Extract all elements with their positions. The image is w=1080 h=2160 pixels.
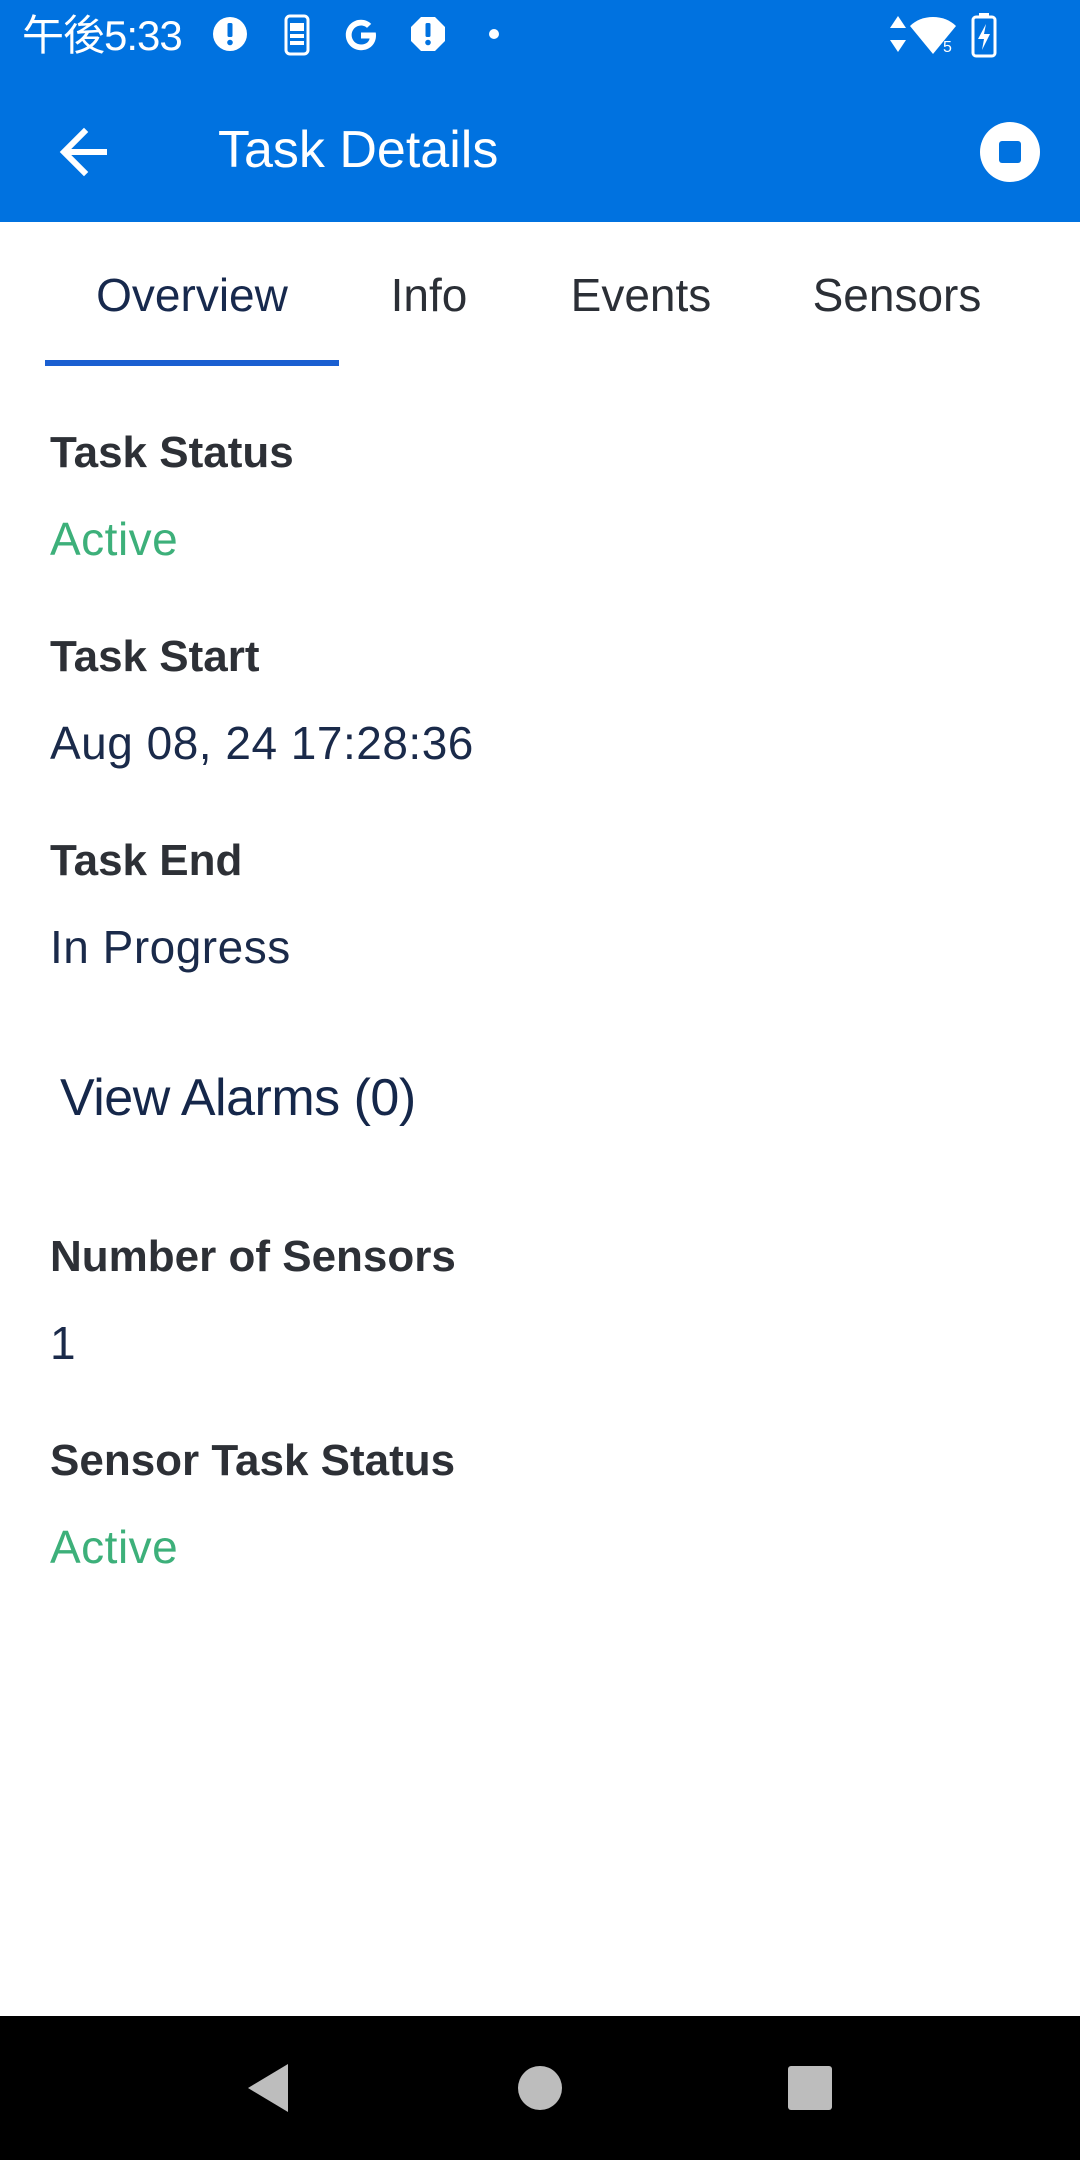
app-bar: Task Details <box>0 72 1080 222</box>
status-time: 午後5:33 <box>22 12 183 59</box>
tab-indicator <box>45 360 339 366</box>
number-of-sensors-label: Number of Sensors <box>50 1232 456 1281</box>
wifi-icon: 5 <box>910 17 956 56</box>
view-alarms-button[interactable]: View Alarms (0) <box>60 1068 416 1128</box>
task-start-label: Task Start <box>50 632 260 681</box>
tab-events[interactable]: Events <box>539 222 743 368</box>
alert-icon <box>213 17 247 51</box>
alert-icon <box>411 17 445 51</box>
number-of-sensors-value: 1 <box>50 1317 77 1369</box>
home-circle-icon[interactable] <box>514 2062 566 2114</box>
battery-charging-icon <box>971 13 997 58</box>
arrow-left-icon <box>59 127 107 177</box>
tab-sensors[interactable]: Sensors <box>780 222 1014 368</box>
data-arrows-icon <box>890 16 906 52</box>
task-end-value: In Progress <box>50 921 291 973</box>
stop-task-button[interactable] <box>972 114 1048 190</box>
system-nav-bar <box>0 2016 1080 2160</box>
dot-icon <box>489 29 499 39</box>
wifi-badge: 5 <box>943 39 952 56</box>
tab-overview[interactable]: Overview <box>45 222 339 368</box>
tab-info[interactable]: Info <box>339 222 519 368</box>
task-status-label: Task Status <box>50 428 294 477</box>
google-icon <box>345 19 376 51</box>
page-title: Task Details <box>218 121 499 179</box>
tab-bar: Overview Info Events Sensors <box>0 222 1080 368</box>
task-start-value: Aug 08, 24 17:28:36 <box>50 717 474 769</box>
phone-icon <box>284 14 310 56</box>
status-bar: 午後5:33 5 <box>0 0 1080 72</box>
sensor-task-status-value: Active <box>50 1521 179 1573</box>
recents-square-icon[interactable] <box>786 2064 834 2112</box>
sensor-task-status-label: Sensor Task Status <box>50 1436 456 1485</box>
task-status-value: Active <box>50 513 179 565</box>
back-triangle-icon[interactable] <box>242 2060 292 2116</box>
task-end-label: Task End <box>50 836 243 885</box>
back-button[interactable] <box>48 116 120 188</box>
stop-circle-icon <box>980 122 1040 182</box>
